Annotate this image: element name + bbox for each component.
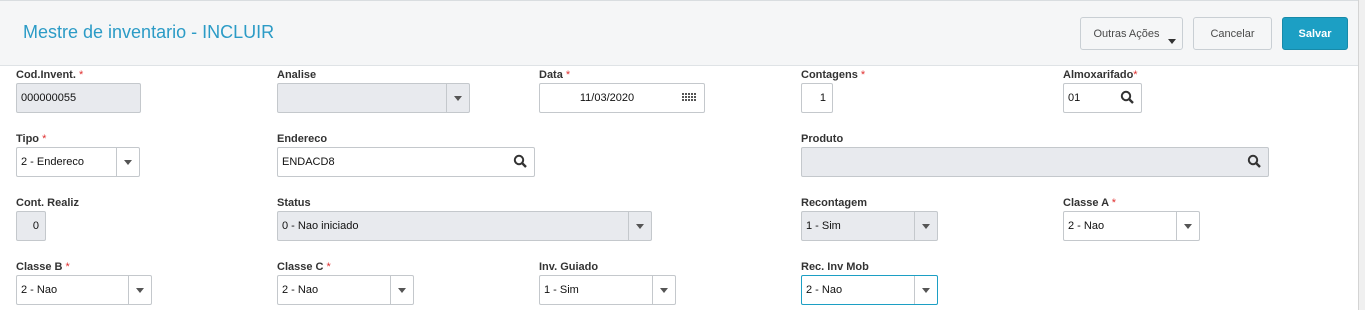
chevron-down-icon — [128, 276, 151, 304]
cont-realiz-label: Cont. Realiz — [16, 197, 79, 209]
recontagem-label: Recontagem — [801, 197, 868, 209]
classe-c-label: Classe C * — [277, 261, 331, 273]
page-title: Mestre de inventario - INCLUIR — [23, 22, 275, 42]
chevron-down-icon — [914, 276, 937, 304]
data-field[interactable]: 11/03/2020 — [539, 83, 705, 113]
contagens-field[interactable]: 1 — [801, 83, 833, 113]
analise-select[interactable] — [277, 83, 470, 113]
more-actions-button[interactable]: Outras Ações — [1080, 17, 1183, 50]
classe-a-select[interactable]: 2 - Nao — [1063, 211, 1200, 241]
produto-field[interactable] — [801, 147, 1269, 177]
analise-label: Analise — [277, 69, 317, 81]
more-actions-label: Outras Ações — [1093, 27, 1160, 40]
rec-inv-mob-select[interactable]: 2 - Nao — [801, 275, 938, 305]
contagens-label: Contagens * — [801, 69, 866, 81]
classe-a-label: Classe A * — [1063, 197, 1116, 209]
status-select[interactable]: 0 - Nao iniciado — [277, 211, 652, 241]
tipo-select[interactable]: 2 - Endereco — [16, 147, 140, 177]
endereco-label: Endereco — [277, 133, 328, 145]
chevron-down-icon — [116, 148, 139, 176]
status-label: Status — [277, 197, 311, 209]
recontagem-select[interactable]: 1 - Sim — [801, 211, 938, 241]
almoxarifado-field[interactable]: 01 — [1063, 83, 1142, 113]
tipo-label: Tipo * — [16, 133, 47, 145]
cont-realiz-field[interactable]: 0 — [16, 211, 46, 241]
chevron-down-icon — [1176, 212, 1199, 240]
search-icon[interactable] — [1115, 84, 1141, 112]
classe-c-select[interactable]: 2 - Nao — [277, 275, 414, 305]
cancel-button[interactable]: Cancelar — [1193, 17, 1272, 50]
classe-b-label: Classe B * — [16, 261, 70, 273]
chevron-down-icon — [914, 212, 937, 240]
chevron-down-icon — [628, 212, 651, 240]
scrollbar[interactable] — [1358, 0, 1365, 310]
cod-invent-label: Cod.Invent. * — [16, 69, 84, 81]
search-icon[interactable] — [508, 148, 534, 176]
inv-guiado-select[interactable]: 1 - Sim — [539, 275, 676, 305]
chevron-down-icon — [446, 84, 469, 112]
calendar-icon[interactable] — [678, 84, 704, 112]
save-button[interactable]: Salvar — [1282, 17, 1348, 50]
page-header: Mestre de inventario - INCLUIR Outras Aç… — [0, 0, 1358, 66]
chevron-down-icon — [652, 276, 675, 304]
classe-b-select[interactable]: 2 - Nao — [16, 275, 152, 305]
cod-invent-field[interactable]: 000000055 — [16, 83, 141, 113]
endereco-field[interactable]: ENDACD8 — [277, 147, 535, 177]
rec-inv-mob-label: Rec. Inv Mob — [801, 261, 869, 273]
produto-label: Produto — [801, 133, 844, 145]
data-label: Data * — [539, 69, 571, 81]
chevron-down-icon — [1168, 39, 1176, 44]
almoxarifado-label: Almoxarifado* — [1063, 69, 1138, 81]
chevron-down-icon — [390, 276, 413, 304]
inv-guiado-label: Inv. Guiado — [539, 261, 599, 273]
search-icon[interactable] — [1242, 148, 1268, 176]
